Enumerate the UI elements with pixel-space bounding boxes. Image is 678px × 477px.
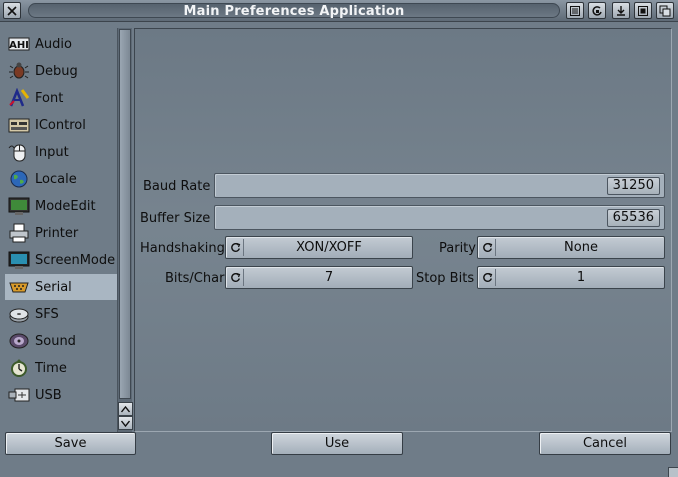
sidebar-item-label: Serial [35,279,72,295]
usb-icon [7,384,31,406]
sidebar-item-label: SFS [35,306,59,322]
sidebar-item-label: Locale [35,171,77,187]
sidebar-item-screenmode[interactable]: ScreenMode [5,247,117,273]
close-icon [7,5,17,16]
depth-button[interactable] [634,2,652,19]
control-panel-icon [7,114,31,136]
baud-rate-value: 31250 [606,177,660,195]
title-bar[interactable]: Main Preferences Application [0,0,678,22]
resize-gadget[interactable] [668,467,678,477]
handshaking-label: Handshaking [140,241,225,256]
snapshot-button[interactable] [612,2,630,19]
bits-char-value: 7 [324,270,334,285]
prefs-list[interactable]: AHI Audio Debug Font IControl Input Loca… [5,28,117,432]
baud-rate-label: Baud Rate [143,179,211,194]
sidebar-item-locale[interactable]: Locale [5,166,117,192]
iconify-button[interactable] [566,2,584,19]
stop-bits-cycle[interactable]: 1 [477,266,665,289]
parity-label: Parity [439,241,476,256]
sidebar-item-icontrol[interactable]: IControl [5,112,117,138]
sidebar-item-sfs[interactable]: SFS [5,301,117,327]
sidebar-item-label: IControl [35,117,86,133]
screen-icon [7,249,31,271]
cycle-icon [228,269,244,286]
sidebar-item-font[interactable]: Font [5,85,117,111]
scroll-knob[interactable] [119,29,131,399]
mouse-icon [7,141,31,163]
save-button[interactable]: Save [5,432,136,455]
arrow-down-icon [121,420,130,427]
sidebar-item-audio[interactable]: AHI Audio [5,31,117,57]
zoom-button[interactable] [656,2,674,19]
baud-rate-slider[interactable]: 31250 [214,173,665,198]
bits-char-label: Bits/Char [165,271,225,286]
sidebar-item-sound[interactable]: Sound [5,328,117,354]
sidebar-scrollbar[interactable] [117,28,133,432]
speaker-icon [7,330,31,352]
stop-bits-label: Stop Bits [416,271,475,286]
sidebar-item-usb[interactable]: USB [5,382,117,408]
window-title: Main Preferences Application [183,4,405,19]
snapshot-icon [617,5,625,16]
sidebar-item-debug[interactable]: Debug [5,58,117,84]
sidebar-item-label: Debug [35,63,78,79]
sidebar-item-input[interactable]: Input [5,139,117,165]
font-icon [7,87,31,109]
parity-cycle[interactable]: None [477,236,665,259]
title-track: Main Preferences Application [28,3,560,18]
scroll-up-button[interactable] [118,402,133,416]
serial-icon [7,276,31,298]
jump-icon [592,5,602,16]
parity-value: None [564,240,598,255]
buffer-size-slider[interactable]: 65536 [214,205,665,230]
sidebar-item-label: USB [35,387,62,403]
iconify-icon [570,5,580,16]
arrow-up-icon [121,405,130,412]
sidebar-item-label: Audio [35,36,72,52]
sidebar-item-label: Input [35,144,69,160]
sidebar-item-modeedit[interactable]: ModeEdit [5,193,117,219]
sidebar-item-label: Printer [35,225,79,241]
sidebar-item-label: ModeEdit [35,198,96,214]
sidebar-item-label: Sound [35,333,76,349]
handshaking-cycle[interactable]: XON/XOFF [225,236,413,259]
close-button[interactable] [3,2,21,19]
sidebar-item-printer[interactable]: Printer [5,220,117,246]
svg-text:AHI: AHI [9,40,29,51]
cycle-icon [228,239,244,256]
sidebar-item-label: ScreenMode [35,252,116,268]
cycle-icon [480,269,496,286]
cycle-icon [480,239,496,256]
cancel-button[interactable]: Cancel [539,432,671,455]
zoom-icon [659,5,671,16]
sidebar-item-serial[interactable]: Serial [5,274,117,300]
sidebar-item-label: Time [35,360,67,376]
disk-icon [7,303,31,325]
bits-char-cycle[interactable]: 7 [225,266,413,289]
scroll-down-button[interactable] [118,416,133,430]
ahi-audio-icon: AHI [7,33,31,55]
bug-icon [7,60,31,82]
clock-icon [7,357,31,379]
stop-bits-value: 1 [576,270,586,285]
handshaking-value: XON/XOFF [296,240,362,255]
monitor-edit-icon [7,195,31,217]
printer-icon [7,222,31,244]
serial-settings-panel: Baud Rate 31250 Buffer Size 65536 Handsh… [134,28,672,432]
jump-button[interactable] [588,2,606,19]
buffer-size-label: Buffer Size [140,211,211,226]
sidebar-item-time[interactable]: Time [5,355,117,381]
buffer-size-value: 65536 [606,209,660,227]
preferences-window: AHI Audio Debug Font IControl Input Loca… [0,22,678,477]
depth-icon [638,5,648,16]
use-button[interactable]: Use [271,432,403,455]
globe-icon [7,168,31,190]
sidebar-item-label: Font [35,90,64,106]
